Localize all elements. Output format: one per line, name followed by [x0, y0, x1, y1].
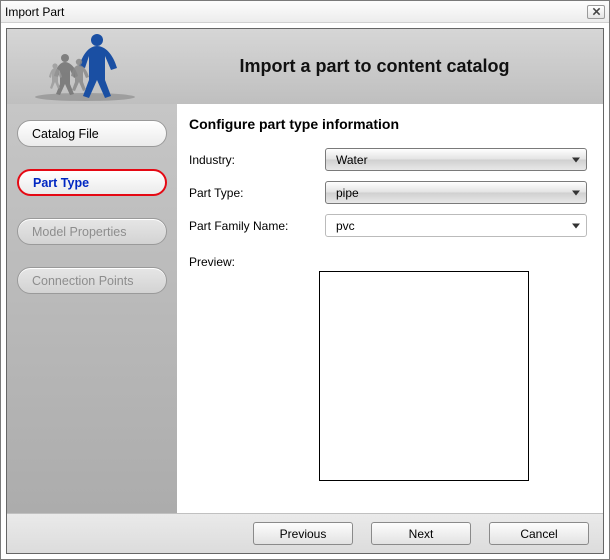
part-family-value: pvc — [336, 219, 355, 233]
chevron-down-icon — [572, 223, 580, 228]
part-type-select[interactable]: pipe — [325, 181, 587, 204]
wizard-steps: Catalog File Part Type Model Properties … — [7, 104, 177, 513]
page-title: Import a part to content catalog — [162, 56, 587, 77]
step-label: Connection Points — [32, 274, 133, 288]
previous-button[interactable]: Previous — [253, 522, 353, 545]
preview-wrap — [189, 269, 587, 503]
form: Industry: Water Part Type: pipe Part Fam… — [189, 148, 587, 237]
cancel-button[interactable]: Cancel — [489, 522, 589, 545]
step-part-type[interactable]: Part Type — [17, 169, 167, 196]
industry-label: Industry: — [189, 153, 319, 167]
dialog-body: Catalog File Part Type Model Properties … — [7, 104, 603, 513]
step-label: Part Type — [33, 176, 89, 190]
import-part-dialog: Import Part — [0, 0, 610, 560]
button-label: Next — [409, 527, 434, 541]
step-connection-points: Connection Points — [17, 267, 167, 294]
part-type-label: Part Type: — [189, 186, 319, 200]
content-panel: Configure part type information Industry… — [177, 104, 603, 513]
button-label: Cancel — [520, 527, 557, 541]
chevron-down-icon — [572, 190, 580, 195]
chevron-down-icon — [572, 157, 580, 162]
header-banner: Import a part to content catalog — [7, 29, 603, 104]
titlebar: Import Part — [1, 1, 609, 23]
part-family-label: Part Family Name: — [189, 219, 319, 233]
content-subtitle: Configure part type information — [189, 116, 587, 132]
part-type-value: pipe — [336, 186, 359, 200]
industry-value: Water — [336, 153, 368, 167]
close-button[interactable] — [587, 5, 605, 19]
people-figures-icon — [25, 32, 145, 102]
part-family-select[interactable]: pvc — [325, 214, 587, 237]
dialog-frame: Import a part to content catalog Catalog… — [6, 28, 604, 554]
step-model-properties: Model Properties — [17, 218, 167, 245]
footer: Previous Next Cancel — [7, 513, 603, 553]
industry-select[interactable]: Water — [325, 148, 587, 171]
window-title: Import Part — [5, 5, 64, 19]
banner-art — [7, 29, 162, 104]
step-catalog-file[interactable]: Catalog File — [17, 120, 167, 147]
preview-label: Preview: — [189, 255, 235, 269]
step-label: Catalog File — [32, 127, 99, 141]
preview-box — [319, 271, 529, 481]
close-icon — [592, 7, 601, 16]
button-label: Previous — [280, 527, 327, 541]
step-label: Model Properties — [32, 225, 127, 239]
next-button[interactable]: Next — [371, 522, 471, 545]
